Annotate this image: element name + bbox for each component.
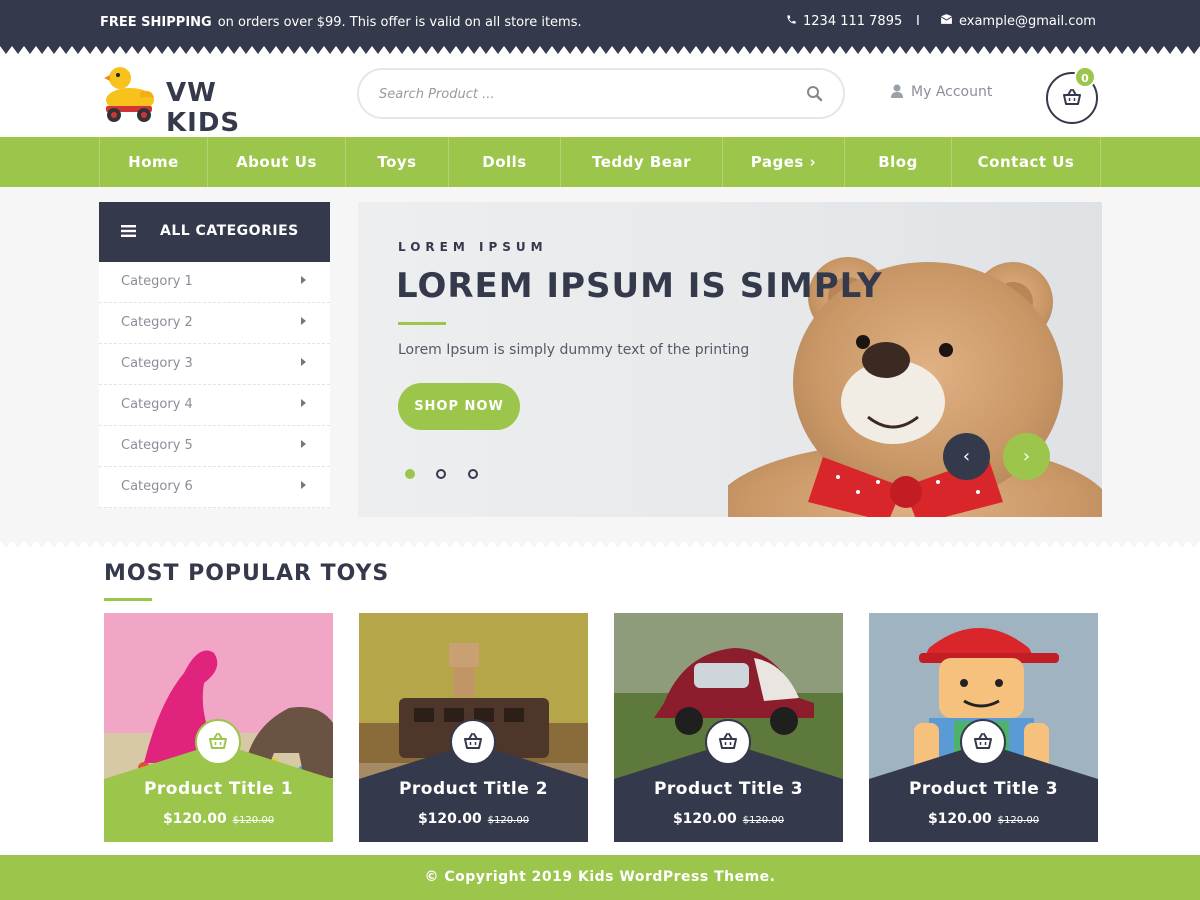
section-zigzag-edge	[0, 540, 1200, 548]
email-contact[interactable]: example@gmail.com	[940, 14, 1096, 29]
category-label: Category 1	[121, 274, 193, 289]
caret-right-icon	[301, 317, 306, 325]
add-to-cart-button[interactable]	[450, 719, 496, 765]
category-item[interactable]: Category 2	[99, 303, 330, 344]
nav-item-contact-us[interactable]: Contact Us	[951, 137, 1101, 187]
category-label: Category 6	[121, 479, 193, 494]
slide-kicker: LOREM IPSUM	[398, 240, 548, 254]
cart-button[interactable]: 0	[1046, 66, 1098, 124]
product-card[interactable]: Product Title 2 $120.00 $120.00	[359, 613, 588, 842]
category-label: Category 4	[121, 397, 193, 412]
categories-header[interactable]: ALL CATEGORIES	[99, 202, 330, 262]
price-old: $120.00	[232, 815, 275, 826]
product-card[interactable]: Product Title 1 $120.00 $120.00	[104, 613, 333, 842]
product-price: $120.00 $120.00	[104, 811, 333, 827]
slide-title-underline	[398, 322, 446, 325]
hamburger-icon	[121, 225, 136, 237]
category-label: Category 3	[121, 356, 193, 371]
basket-icon	[464, 733, 482, 749]
basket-icon	[1063, 89, 1081, 105]
slider-next-button[interactable]: ›	[1003, 433, 1050, 480]
caret-right-icon	[301, 276, 306, 284]
price-current: $120.00	[162, 811, 227, 827]
slider-dot[interactable]	[405, 469, 415, 479]
product-title[interactable]: Product Title 3	[614, 779, 843, 799]
categories-heading: ALL CATEGORIES	[160, 223, 299, 239]
add-to-cart-button[interactable]	[195, 719, 241, 765]
user-icon	[891, 84, 903, 98]
hero-slider: LOREM IPSUM LOREM IPSUM IS SIMPLY Lorem …	[358, 202, 1102, 517]
category-item[interactable]: Category 6	[99, 467, 330, 508]
basket-icon	[719, 733, 737, 749]
nav-item-teddy-bear[interactable]: Teddy Bear	[560, 137, 722, 187]
shipping-notice: FREE SHIPPING on orders over $99. This of…	[100, 15, 582, 30]
category-item[interactable]: Category 4	[99, 385, 330, 426]
topbar-separator: I	[916, 14, 920, 29]
popular-heading-underline	[104, 598, 152, 601]
phone-icon	[786, 14, 797, 28]
product-card[interactable]: Product Title 3 $120.00 $120.00	[614, 613, 843, 842]
basket-icon	[974, 733, 992, 749]
search-icon[interactable]	[805, 84, 825, 104]
product-title[interactable]: Product Title 1	[104, 779, 333, 799]
search-input[interactable]	[379, 83, 779, 105]
nav-menu: Home About Us Toys Dolls Teddy Bear Page…	[99, 137, 1101, 187]
product-title[interactable]: Product Title 3	[869, 779, 1098, 799]
main-navigation: Home About Us Toys Dolls Teddy Bear Page…	[0, 137, 1200, 187]
duck-toy-icon	[104, 67, 154, 122]
price-old: $120.00	[742, 815, 785, 826]
phone-number: 1234 111 7895	[803, 14, 903, 29]
slider-dot[interactable]	[436, 469, 446, 479]
category-label: Category 2	[121, 315, 193, 330]
price-current: $120.00	[672, 811, 737, 827]
product-price: $120.00 $120.00	[614, 811, 843, 827]
slide-title: LOREM IPSUM IS SIMPLY	[396, 266, 883, 306]
caret-right-icon	[301, 440, 306, 448]
my-account-link[interactable]: My Account	[891, 84, 992, 100]
shop-now-button[interactable]: SHOP NOW	[398, 383, 520, 430]
slide-description: Lorem Ipsum is simply dummy text of the …	[398, 342, 750, 358]
slider-prev-button[interactable]: ‹	[943, 433, 990, 480]
logo-text: VW KIDS	[166, 78, 241, 138]
price-current: $120.00	[417, 811, 482, 827]
my-account-label: My Account	[911, 84, 993, 100]
add-to-cart-button[interactable]	[960, 719, 1006, 765]
nav-item-dolls[interactable]: Dolls	[448, 137, 560, 187]
site-logo[interactable]: VW KIDS	[100, 62, 300, 138]
envelope-icon	[940, 14, 953, 28]
product-price: $120.00 $120.00	[869, 811, 1098, 827]
nav-item-home[interactable]: Home	[99, 137, 207, 187]
price-old: $120.00	[487, 815, 530, 826]
add-to-cart-button[interactable]	[705, 719, 751, 765]
basket-icon	[209, 733, 227, 749]
product-price: $120.00 $120.00	[359, 811, 588, 827]
price-current: $120.00	[927, 811, 992, 827]
caret-right-icon	[301, 481, 306, 489]
search-box	[357, 68, 845, 119]
caret-right-icon	[301, 399, 306, 407]
nav-item-toys[interactable]: Toys	[345, 137, 448, 187]
category-label: Category 5	[121, 438, 193, 453]
product-title[interactable]: Product Title 2	[359, 779, 588, 799]
slider-dot[interactable]	[468, 469, 478, 479]
category-item[interactable]: Category 5	[99, 426, 330, 467]
phone-contact[interactable]: 1234 111 7895	[786, 14, 902, 29]
popular-heading: MOST POPULAR TOYS	[104, 561, 390, 586]
category-item[interactable]: Category 1	[99, 262, 330, 303]
product-card[interactable]: Product Title 3 $120.00 $120.00	[869, 613, 1098, 842]
caret-right-icon	[301, 358, 306, 366]
nav-item-about-us[interactable]: About Us	[207, 137, 345, 187]
topbar-zigzag-edge	[0, 46, 1200, 54]
cart-count-badge: 0	[1074, 66, 1096, 88]
category-item[interactable]: Category 3	[99, 344, 330, 385]
topbar: FREE SHIPPING on orders over $99. This of…	[0, 0, 1200, 46]
shipping-text: on orders over $99. This offer is valid …	[217, 15, 582, 30]
categories-list: Category 1 Category 2 Category 3 Categor…	[99, 262, 330, 508]
shipping-bold: FREE SHIPPING	[100, 15, 212, 30]
email-address: example@gmail.com	[959, 14, 1096, 29]
footer-copyright: © Copyright 2019 Kids WordPress Theme.	[0, 855, 1200, 900]
nav-item-pages[interactable]: Pages ›	[722, 137, 844, 187]
nav-item-blog[interactable]: Blog	[844, 137, 951, 187]
price-old: $120.00	[997, 815, 1040, 826]
